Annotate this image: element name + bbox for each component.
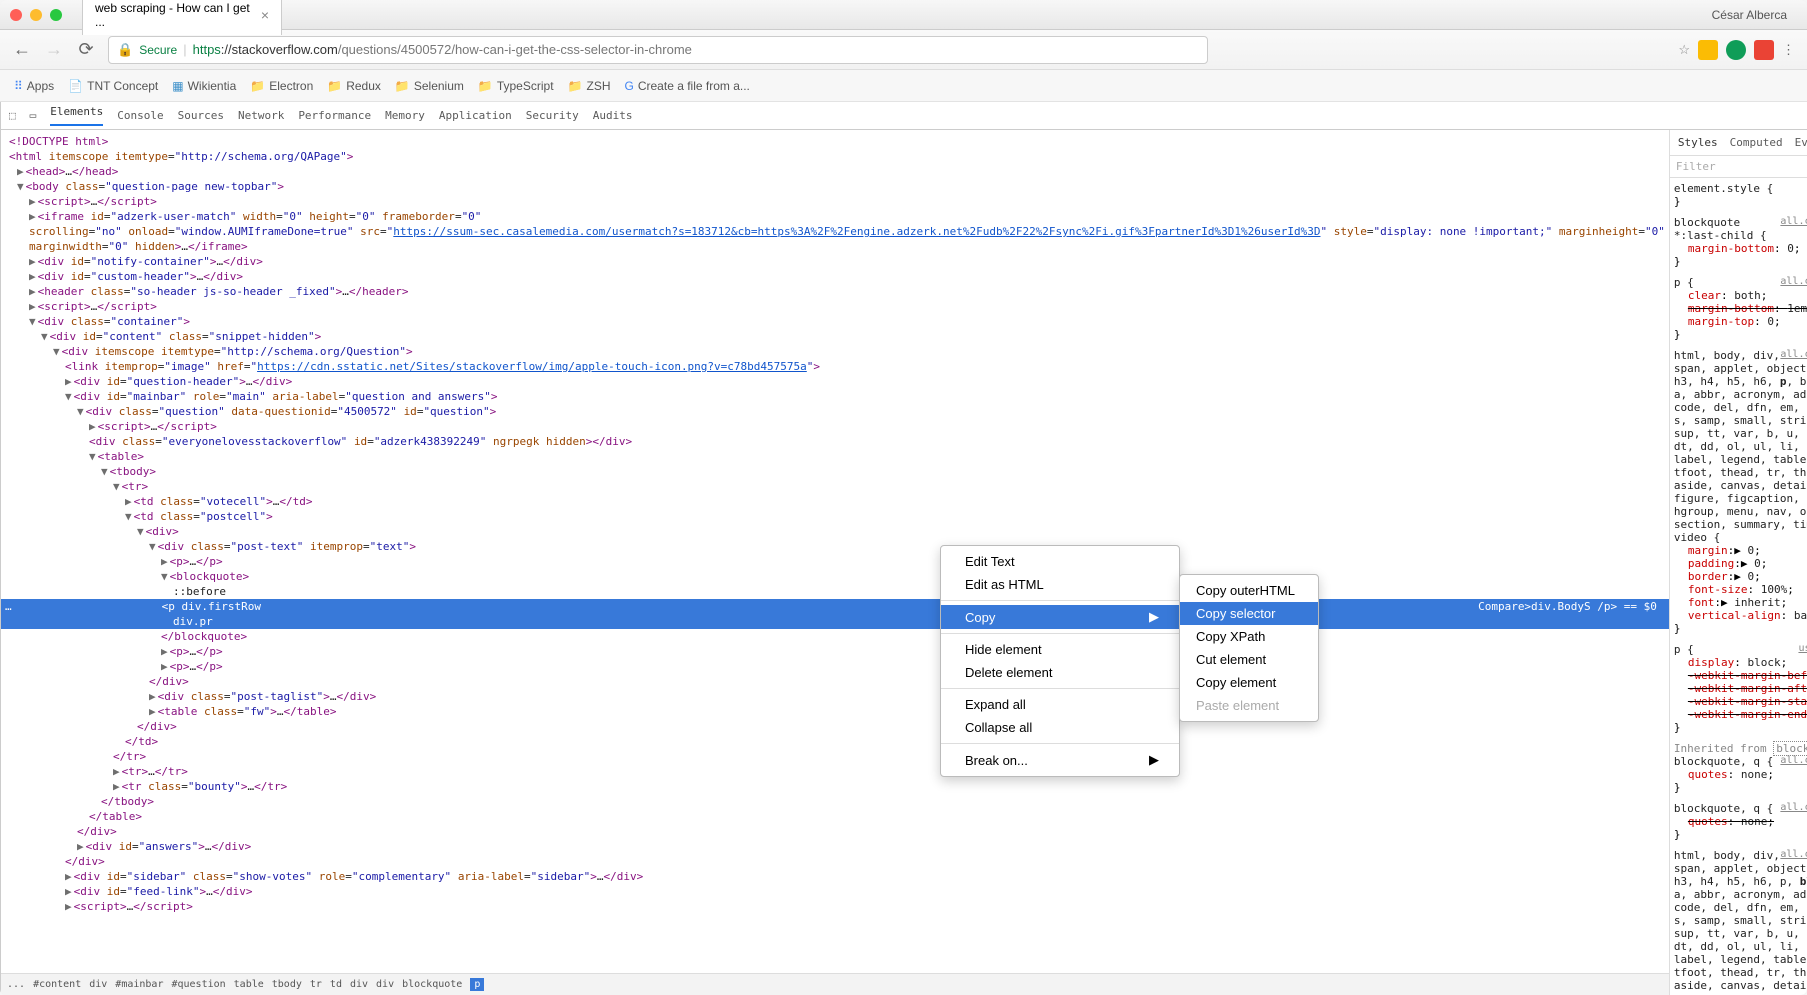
paste-element: Paste element [1180, 694, 1318, 717]
tab-application[interactable]: Application [439, 109, 512, 122]
browser-window: web scraping - How can I get ... × César… [0, 0, 1807, 995]
element-breadcrumb: ... #content div #mainbar #question tabl… [1, 973, 1669, 995]
inspect-icon[interactable]: ⬚ [9, 109, 16, 122]
elements-panel[interactable]: <!DOCTYPE html> <html itemscope itemtype… [1, 130, 1669, 995]
bookmarks-bar: ⠿Apps 📄TNT Concept ▦Wikientia 📁Electron … [0, 70, 1807, 102]
devtools-body: <!DOCTYPE html> <html itemscope itemtype… [1, 130, 1807, 995]
selected-element[interactable]: …<p div.firstRowCompare>div.BodyS /p> ==… [1, 599, 1669, 614]
menu-icon[interactable]: ⋮ [1782, 42, 1795, 58]
extension-1[interactable] [1698, 40, 1718, 60]
apps-button[interactable]: ⠿Apps [14, 79, 54, 93]
ctx-edit-html[interactable]: Edit as HTML [941, 573, 1179, 596]
url-text: https://stackoverflow.com/questions/4500… [193, 42, 692, 57]
bookmark-redux[interactable]: 📁Redux [327, 79, 381, 93]
bookmark-electron[interactable]: 📁Electron [250, 79, 313, 93]
devtools-tabs: ⬚ ▭ Elements Console Sources Network Per… [1, 102, 1807, 130]
star-icon[interactable]: ☆ [1678, 42, 1690, 58]
tab-console[interactable]: Console [117, 109, 163, 122]
ctx-edit-text[interactable]: Edit Text [941, 550, 1179, 573]
browser-tab[interactable]: web scraping - How can I get ... × [82, 0, 282, 35]
toolbar-right: ☆ ⋮ [1678, 40, 1795, 60]
tab-network[interactable]: Network [238, 109, 284, 122]
chevron-right-icon: ▶ [1149, 752, 1159, 768]
bookmark-tnt[interactable]: 📄TNT Concept [68, 79, 158, 93]
tab-memory[interactable]: Memory [385, 109, 425, 122]
copy-outerhtml[interactable]: Copy outerHTML [1180, 579, 1318, 602]
ctx-break[interactable]: Break on...▶ [941, 748, 1179, 772]
styles-tab-computed[interactable]: Computed [1730, 136, 1783, 149]
content-area: Questions Developer Jobs DocumentationBE… [0, 102, 1807, 995]
extension-3[interactable] [1754, 40, 1774, 60]
window-controls [10, 9, 62, 21]
tab-security[interactable]: Security [526, 109, 579, 122]
styles-tabs: Styles Computed Event Listeners » [1670, 130, 1807, 156]
chevron-right-icon: ▶ [1149, 609, 1159, 625]
maximize-window[interactable] [50, 9, 62, 21]
bookmark-selenium[interactable]: 📁Selenium [395, 79, 464, 93]
reload-button[interactable]: ⟳ [76, 40, 96, 60]
tab-elements[interactable]: Elements [50, 105, 103, 126]
tab-performance[interactable]: Performance [298, 109, 371, 122]
cut-element[interactable]: Cut element [1180, 648, 1318, 671]
secure-label: Secure [139, 43, 177, 57]
ctx-hide[interactable]: Hide element [941, 638, 1179, 661]
close-window[interactable] [10, 9, 22, 21]
styles-panel: Styles Computed Event Listeners » Filter… [1669, 130, 1807, 995]
titlebar: web scraping - How can I get ... × César… [0, 0, 1807, 30]
bookmark-typescript[interactable]: 📁TypeScript [478, 79, 554, 93]
copy-submenu: Copy outerHTML Copy selector Copy XPath … [1179, 574, 1319, 722]
styles-filter[interactable]: Filter :hov.cls+ [1670, 156, 1807, 178]
device-icon[interactable]: ▭ [30, 109, 37, 122]
address-bar: ← → ⟳ 🔒 Secure | https://stackoverflow.c… [0, 30, 1807, 70]
ctx-collapse[interactable]: Collapse all [941, 716, 1179, 739]
styles-content[interactable]: element.style {} all.css?v=2801b67ebf0b:… [1670, 178, 1807, 995]
context-menu: Edit Text Edit as HTML Copy▶ Hide elemen… [940, 545, 1180, 777]
copy-element[interactable]: Copy element [1180, 671, 1318, 694]
extension-2[interactable] [1726, 40, 1746, 60]
back-button[interactable]: ← [12, 40, 32, 60]
forward-button[interactable]: → [44, 40, 64, 60]
ctx-delete[interactable]: Delete element [941, 661, 1179, 684]
copy-xpath[interactable]: Copy XPath [1180, 625, 1318, 648]
close-tab-icon[interactable]: × [261, 7, 269, 23]
tab-sources[interactable]: Sources [178, 109, 224, 122]
bookmark-zsh[interactable]: 📁ZSH [568, 79, 611, 93]
minimize-window[interactable] [30, 9, 42, 21]
url-input[interactable]: 🔒 Secure | https://stackoverflow.com/que… [108, 36, 1208, 64]
styles-tab-events[interactable]: Event Listeners [1795, 136, 1807, 149]
profile-name: César Alberca [1712, 8, 1787, 22]
tab-title: web scraping - How can I get ... [95, 1, 253, 29]
tab-audits[interactable]: Audits [593, 109, 633, 122]
devtools: ⬚ ▭ Elements Console Sources Network Per… [0, 102, 1807, 995]
ctx-expand[interactable]: Expand all [941, 693, 1179, 716]
bookmark-wikientia[interactable]: ▦Wikientia [172, 79, 236, 93]
copy-selector[interactable]: Copy selector [1180, 602, 1318, 625]
styles-tab-styles[interactable]: Styles [1678, 136, 1718, 149]
lock-icon: 🔒 [117, 42, 133, 58]
ctx-copy[interactable]: Copy▶ [941, 605, 1179, 629]
bookmark-create-file[interactable]: GCreate a file from a... [625, 79, 750, 93]
